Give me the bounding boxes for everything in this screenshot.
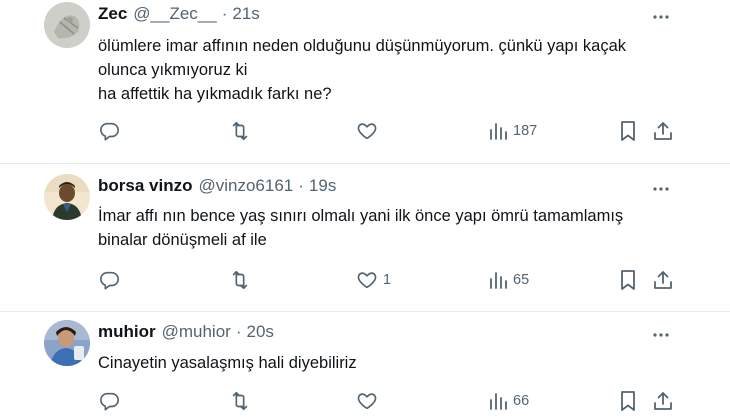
avatar[interactable] [44, 174, 90, 220]
retweet-button[interactable] [228, 119, 252, 143]
like-button[interactable] [356, 119, 383, 143]
tweet-text: Cinayetin yasalaşmış hali diyebiliriz [98, 351, 678, 375]
retweet-icon [232, 121, 248, 141]
tweet[interactable]: borsa vinzo @vinzo6161 · 19s İmar affı n… [0, 164, 730, 312]
tweet-text-line: Cinayetin yasalaşmış hali diyebiliriz [98, 354, 357, 372]
reply-button[interactable] [98, 268, 120, 292]
action-bar: 187 [98, 119, 678, 143]
tweet-text-line: ölümlere imar affının neden olduğunu düş… [98, 37, 627, 55]
views-icon [490, 393, 507, 410]
views-icon [490, 123, 507, 140]
retweet-button[interactable] [228, 389, 252, 413]
bookmark-icon [621, 121, 635, 141]
retweet-button[interactable] [228, 268, 252, 292]
reply-icon [100, 392, 119, 411]
heart-icon [357, 272, 377, 289]
views-button[interactable]: 65 [488, 268, 529, 292]
tweet-text-line: olunca yıkmıyoruz ki [98, 61, 248, 79]
timestamp[interactable]: 20s [247, 322, 274, 342]
like-button[interactable] [356, 389, 383, 413]
tweet[interactable]: Zec @__Zec__ · 21s ölümlere imar affının… [0, 0, 730, 164]
tweet-header: borsa vinzo @vinzo6161 · 19s [98, 176, 336, 198]
user-handle[interactable]: @vinzo6161 [198, 176, 293, 196]
views-icon [490, 272, 507, 289]
reply-button[interactable] [98, 119, 120, 143]
share-icon [654, 122, 672, 140]
user-handle[interactable]: @muhior [162, 322, 231, 342]
views-button[interactable]: 66 [488, 389, 529, 413]
tweet-header: Zec @__Zec__ · 21s [98, 4, 260, 26]
tweet-header: muhior @muhior · 20s [98, 322, 274, 344]
separator: · [221, 4, 228, 23]
reply-icon [100, 271, 119, 290]
display-name[interactable]: Zec [98, 4, 127, 24]
timestamp[interactable]: 19s [309, 176, 336, 196]
bookmark-icon [621, 270, 635, 290]
tweet[interactable]: muhior @muhior · 20s Cinayetin yasalaşmı… [0, 312, 730, 420]
view-count: 65 [513, 272, 530, 288]
more-icon[interactable] [650, 178, 672, 200]
share-button[interactable] [652, 268, 674, 292]
bookmark-icon [621, 391, 635, 411]
more-icon[interactable] [650, 324, 672, 346]
share-icon [654, 392, 672, 410]
share-button[interactable] [652, 389, 674, 413]
display-name[interactable]: borsa vinzo [98, 176, 192, 196]
avatar[interactable] [44, 2, 90, 48]
like-button[interactable]: 1 [356, 268, 391, 292]
tweet-text: İmar affı nın bence yaş sınırı olmalı ya… [98, 204, 678, 252]
view-count: 187 [513, 123, 538, 139]
separator: · [235, 322, 242, 341]
separator: · [298, 176, 304, 195]
reply-icon [100, 122, 119, 141]
view-count: 66 [513, 393, 530, 409]
share-icon [654, 271, 672, 289]
action-bar: 66 [98, 389, 678, 413]
avatar[interactable] [44, 320, 90, 366]
bookmark-button[interactable] [618, 119, 638, 143]
retweet-icon [232, 270, 248, 290]
more-icon[interactable] [650, 6, 672, 28]
share-button[interactable] [652, 119, 674, 143]
heart-icon [357, 393, 377, 410]
bookmark-button[interactable] [618, 389, 638, 413]
user-handle[interactable]: @__Zec__ [133, 4, 216, 24]
bookmark-button[interactable] [618, 268, 638, 292]
tweet-text: ölümlere imar affının neden olduğunu düş… [98, 34, 678, 106]
tweet-text-line: binalar dönüşmeli af ile [98, 231, 267, 249]
like-count: 1 [383, 272, 392, 288]
timestamp[interactable]: 21s [232, 4, 259, 24]
reply-button[interactable] [98, 389, 120, 413]
tweet-text-line: İmar affı nın bence yaş sınırı olmalı ya… [98, 207, 624, 225]
display-name[interactable]: muhior [98, 322, 156, 342]
tweet-text-line: ha affettik ha yıkmadık farkı ne? [98, 85, 332, 103]
retweet-icon [232, 391, 248, 411]
action-bar: 1 65 [98, 268, 678, 292]
heart-icon [357, 123, 377, 140]
views-button[interactable]: 187 [488, 119, 537, 143]
